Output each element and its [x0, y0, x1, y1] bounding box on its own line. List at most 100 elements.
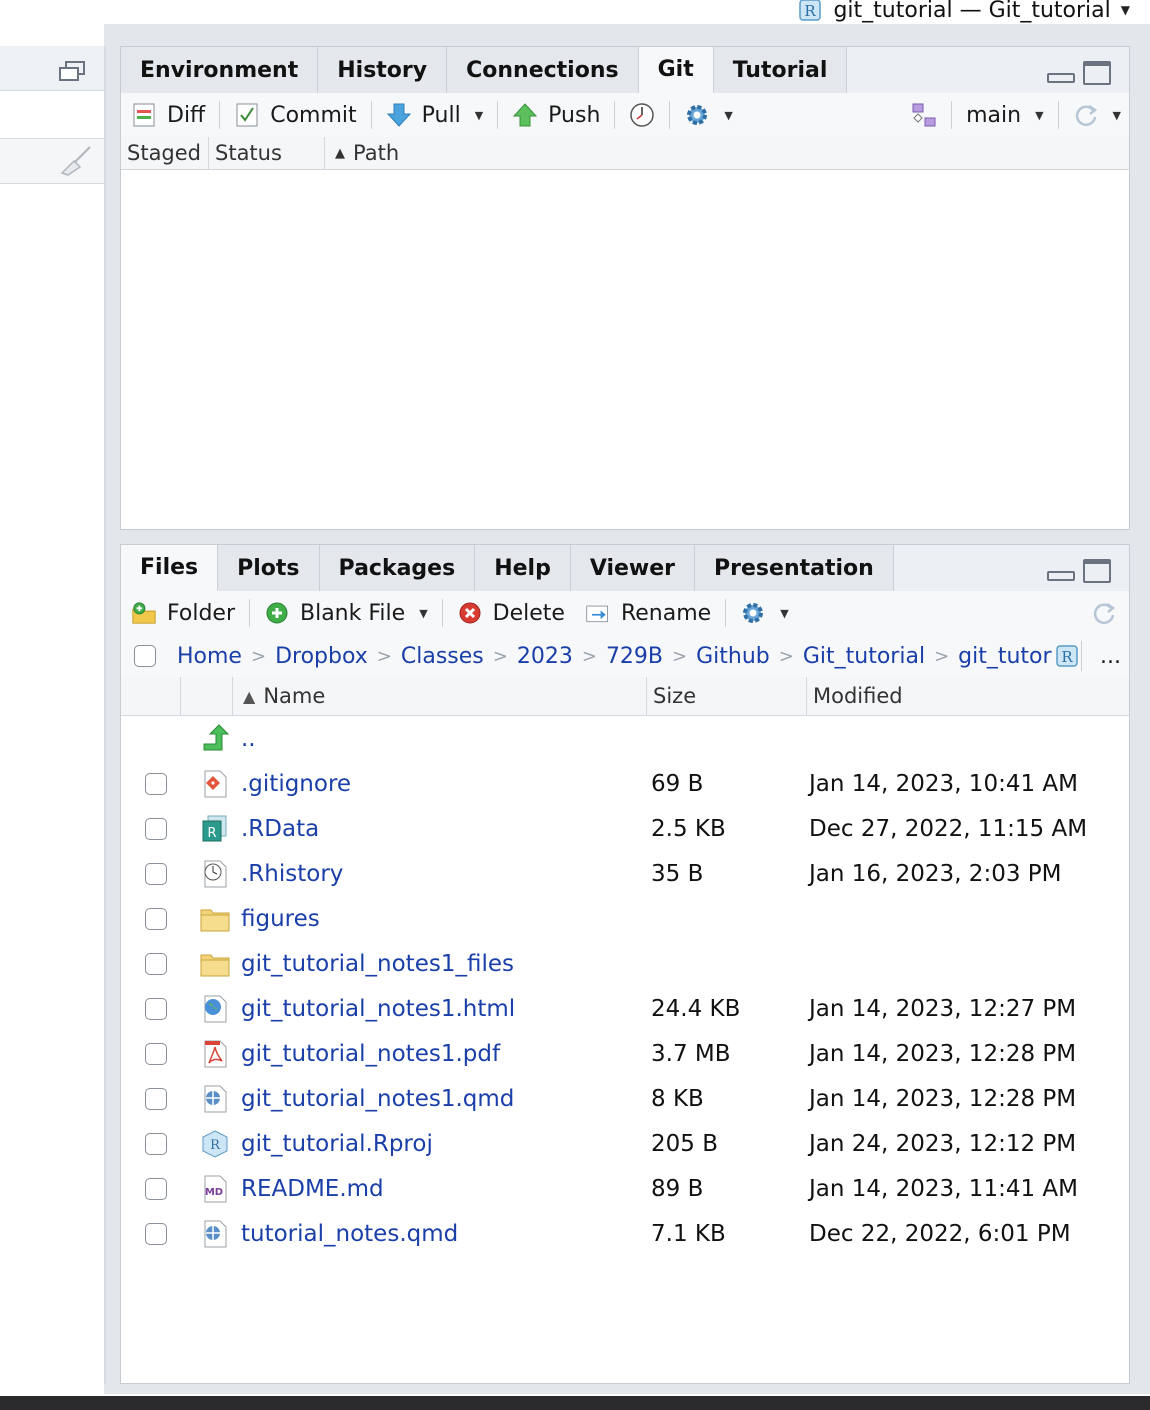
- file-row[interactable]: tutorial_notes.qmd 7.1 KB Dec 22, 2022, 6:…: [121, 1211, 1129, 1256]
- breadcrumb-2023[interactable]: 2023: [517, 644, 573, 669]
- file-row[interactable]: git_tutorial_notes1.pdf 3.7 MB Jan 14, 202…: [121, 1031, 1129, 1076]
- tab-connections[interactable]: Connections: [447, 47, 639, 93]
- parent-directory-link[interactable]: ..: [239, 726, 651, 752]
- new-folder-button[interactable]: Folder: [121, 591, 245, 635]
- file-checkbox[interactable]: [145, 772, 167, 795]
- breadcrumb-home[interactable]: Home: [177, 644, 242, 669]
- file-modified: Jan 14, 2023, 10:41 AM: [809, 770, 1078, 797]
- tab-environment[interactable]: Environment: [121, 47, 319, 93]
- file-name-link[interactable]: README.md: [239, 1176, 651, 1202]
- file-row[interactable]: git_tutorial_notes1.html 24.4 KB Jan 14, 2…: [121, 986, 1129, 1031]
- breadcrumb-git-tutorial[interactable]: Git_tutorial: [803, 644, 925, 669]
- breadcrumb-classes[interactable]: Classes: [401, 644, 484, 669]
- tab-packages[interactable]: Packages: [319, 545, 476, 591]
- file-size: 35 B: [651, 860, 704, 887]
- maximize-pane-button[interactable]: [1083, 61, 1111, 85]
- history-button[interactable]: [619, 93, 665, 137]
- maximize-pane-button[interactable]: [1083, 559, 1111, 583]
- file-row[interactable]: Rgit_tutorial.Rproj 205 B Jan 24, 2023, 12…: [121, 1121, 1129, 1166]
- breadcrumb-more-button[interactable]: ...: [1082, 644, 1129, 669]
- files-pane-tabbar: Files Plots Packages Help Viewer Present…: [121, 545, 1129, 592]
- git-settings-button[interactable]: ▼: [674, 93, 742, 137]
- file-name-link[interactable]: figures: [239, 906, 651, 932]
- file-name-link[interactable]: git_tutorial_notes1.html: [239, 996, 651, 1022]
- col-modified[interactable]: Modified: [807, 677, 903, 715]
- file-name-link[interactable]: git_tutorial.Rproj: [239, 1131, 651, 1157]
- col-status[interactable]: Status: [209, 137, 325, 169]
- minimize-pane-button[interactable]: [1047, 571, 1075, 581]
- file-checkbox[interactable]: [145, 1042, 167, 1065]
- col-path[interactable]: ▲ Path: [325, 137, 399, 169]
- parent-directory-row[interactable]: ..: [121, 717, 1129, 761]
- file-name-link[interactable]: git_tutorial_notes1.qmd: [239, 1086, 651, 1112]
- file-name-link[interactable]: .Rhistory: [239, 861, 651, 887]
- tab-viewer[interactable]: Viewer: [570, 545, 696, 591]
- file-checkbox[interactable]: [145, 1177, 167, 1200]
- file-row[interactable]: figures: [121, 896, 1129, 941]
- pull-label: Pull: [421, 102, 461, 128]
- diff-label: Diff: [167, 102, 206, 128]
- file-modified: Jan 14, 2023, 12:28 PM: [809, 1085, 1077, 1112]
- col-name-label: Name: [263, 684, 326, 708]
- chevron-down-icon[interactable]: ▼: [475, 109, 483, 122]
- file-row[interactable]: git_tutorial_notes1_files: [121, 941, 1129, 986]
- file-checkbox[interactable]: [145, 862, 167, 885]
- rename-icon: [586, 605, 608, 623]
- file-checkbox[interactable]: [145, 952, 167, 975]
- file-checkbox[interactable]: [145, 1132, 167, 1155]
- tab-history[interactable]: History: [318, 47, 448, 93]
- window-titlebar: R git_tutorial — Git_tutorial ▼: [0, 0, 1150, 24]
- gear-icon: [687, 105, 708, 125]
- tab-presentation[interactable]: Presentation: [695, 545, 894, 591]
- file-checkbox[interactable]: [145, 1222, 167, 1245]
- qmd-file-icon: [191, 1084, 239, 1114]
- breadcrumb-github[interactable]: Github: [696, 644, 770, 669]
- pull-arrow-icon: [386, 103, 411, 127]
- file-checkbox[interactable]: [145, 907, 167, 930]
- minimize-pane-button[interactable]: [1047, 73, 1075, 83]
- tab-files[interactable]: Files: [121, 545, 219, 591]
- tab-help[interactable]: Help: [475, 545, 571, 591]
- diff-button[interactable]: Diff: [121, 93, 215, 137]
- push-button[interactable]: Push: [502, 93, 610, 137]
- file-row[interactable]: .gitignore 69 B Jan 14, 2023, 10:41 AM: [121, 761, 1129, 806]
- file-row[interactable]: MD README.md 89 B Jan 14, 2023, 11:41 AM: [121, 1166, 1129, 1211]
- refresh-button[interactable]: ▼: [1063, 93, 1129, 137]
- chevron-right-icon: >: [934, 645, 950, 667]
- files-pane: Files Plots Packages Help Viewer Present…: [120, 544, 1130, 1384]
- restore-window-icon[interactable]: [58, 60, 86, 82]
- blank-file-button[interactable]: Blank File ▼: [254, 591, 438, 635]
- project-switcher[interactable]: R git_tutorial — Git_tutorial ▼: [797, 0, 1130, 24]
- delete-button[interactable]: Delete: [447, 591, 575, 635]
- file-row[interactable]: R .RData 2.5 KB Dec 27, 2022, 11:15 AM: [121, 806, 1129, 851]
- branch-selector[interactable]: main ▼: [956, 93, 1053, 137]
- new-branch-button[interactable]: [901, 93, 947, 137]
- breadcrumb-git-tutor[interactable]: git_tutor: [958, 644, 1051, 669]
- file-row[interactable]: git_tutorial_notes1.qmd 8 KB Jan 14, 2023,…: [121, 1076, 1129, 1121]
- file-row[interactable]: .Rhistory 35 B Jan 16, 2023, 2:03 PM: [121, 851, 1129, 896]
- file-checkbox[interactable]: [145, 997, 167, 1020]
- files-more-button[interactable]: ▼: [730, 591, 798, 635]
- col-name[interactable]: ▲ Name: [233, 677, 647, 715]
- tab-plots[interactable]: Plots: [218, 545, 320, 591]
- file-name-link[interactable]: .RData: [239, 816, 651, 842]
- tab-tutorial[interactable]: Tutorial: [713, 47, 848, 93]
- breadcrumb-dropbox[interactable]: Dropbox: [275, 644, 368, 669]
- tab-git[interactable]: Git: [638, 47, 714, 93]
- select-all-checkbox[interactable]: [134, 645, 156, 667]
- file-checkbox[interactable]: [145, 1087, 167, 1110]
- col-staged[interactable]: Staged: [121, 137, 209, 169]
- file-name-link[interactable]: tutorial_notes.qmd: [239, 1221, 651, 1247]
- refresh-files-button[interactable]: [1081, 591, 1129, 635]
- taskbar: [0, 1396, 1150, 1410]
- pull-button[interactable]: Pull ▼: [376, 93, 494, 137]
- broom-icon[interactable]: [58, 145, 94, 177]
- commit-button[interactable]: Commit: [224, 93, 366, 137]
- file-name-link[interactable]: git_tutorial_notes1_files: [239, 951, 651, 977]
- rename-button[interactable]: Rename: [575, 591, 721, 635]
- file-checkbox[interactable]: [145, 817, 167, 840]
- col-size[interactable]: Size: [647, 677, 807, 715]
- file-name-link[interactable]: git_tutorial_notes1.pdf: [239, 1041, 651, 1067]
- file-name-link[interactable]: .gitignore: [239, 771, 651, 797]
- breadcrumb-729b[interactable]: 729B: [606, 644, 663, 669]
